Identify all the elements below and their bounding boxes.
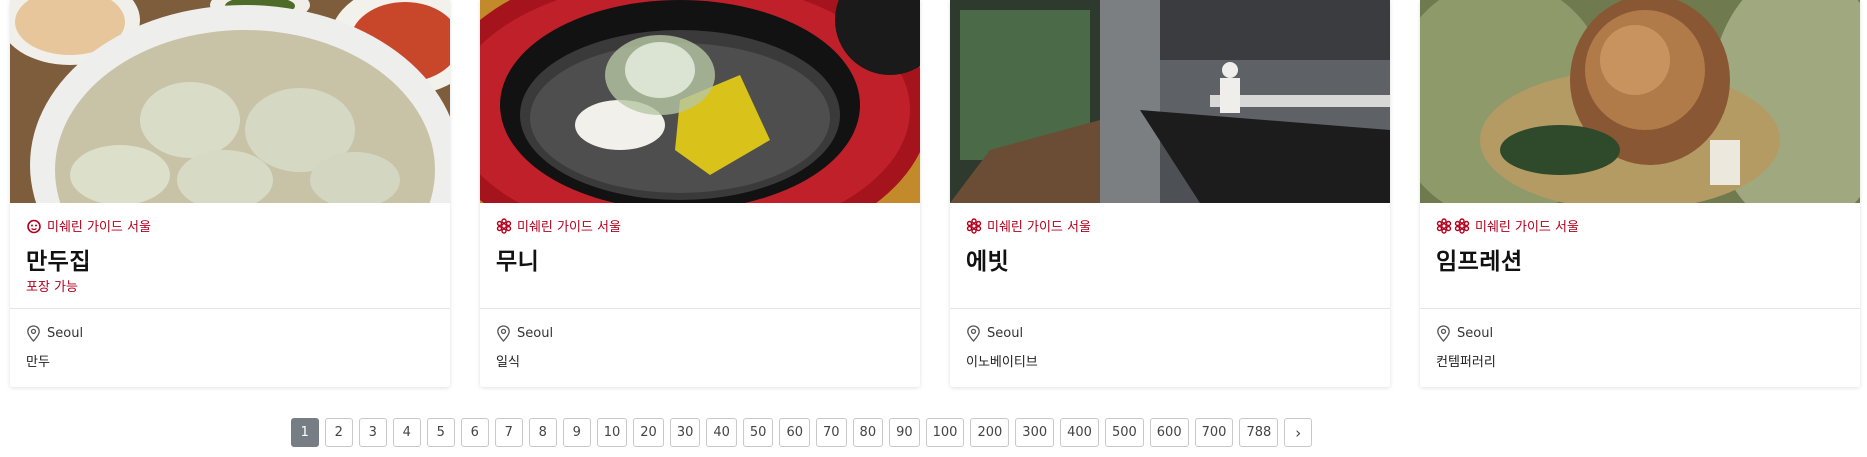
page-button-90[interactable]: 90 <box>889 418 920 447</box>
restaurant-photo[interactable] <box>10 0 450 203</box>
restaurant-name[interactable]: 만두집 <box>26 242 91 276</box>
cuisine-type: 만두 <box>26 355 50 370</box>
card-divider <box>1420 308 1860 309</box>
card-divider <box>10 308 450 309</box>
page-button-9[interactable]: 9 <box>562 418 591 447</box>
page-button-60[interactable]: 60 <box>779 418 810 447</box>
roast-chicken-image <box>1420 0 1860 203</box>
restaurant-photo[interactable] <box>1420 0 1860 203</box>
restaurant-card[interactable]: 미쉐린 가이드 서울 만두집 포장 가능 Seoul 만두 <box>10 0 450 387</box>
map-pin-icon <box>27 325 40 342</box>
guide-label-text: 미쉐린 가이드 서울 <box>1475 220 1579 235</box>
restaurant-name[interactable]: 임프레션 <box>1436 242 1523 276</box>
page-button-2[interactable]: 2 <box>324 418 353 447</box>
restaurant-card[interactable]: 미쉐린 가이드 서울 임프레션 Seoul 컨템퍼러리 <box>1420 0 1860 387</box>
page-button-100[interactable]: 100 <box>925 418 965 447</box>
restaurant-name[interactable]: 무니 <box>496 242 539 276</box>
location: Seoul <box>966 325 1023 342</box>
michelin-guide-label: 미쉐린 가이드 서울 <box>966 216 1091 235</box>
page-button-200[interactable]: 200 <box>970 418 1010 447</box>
card-divider <box>950 308 1390 309</box>
page-button-70[interactable]: 70 <box>816 418 847 447</box>
page-button-788[interactable]: 788 <box>1239 418 1279 447</box>
page-button-5[interactable]: 5 <box>426 418 455 447</box>
page-button-10[interactable]: 10 <box>596 418 628 447</box>
japanese-dish-image <box>480 0 920 203</box>
location-text: Seoul <box>1457 326 1494 341</box>
pagination: 1 2 3 4 5 6 7 8 9 10 20 30 40 50 60 70 80 90 100 200 300 400 5… <box>0 418 1735 447</box>
page-button-20[interactable]: 20 <box>633 418 664 447</box>
page-button-700[interactable]: 700 <box>1194 418 1234 447</box>
restaurant-photo[interactable] <box>950 0 1390 203</box>
restaurant-listing-page: 미쉐린 가이드 서울 만두집 포장 가능 Seoul 만두 미쉐린 가이드 서울… <box>0 0 1867 457</box>
cuisine-type: 이노베이티브 <box>966 355 1038 370</box>
michelin-guide-label: 미쉐린 가이드 서울 <box>1436 216 1579 235</box>
page-button-500[interactable]: 500 <box>1104 418 1144 447</box>
cuisine-type: 일식 <box>496 355 520 370</box>
guide-label-text: 미쉐린 가이드 서울 <box>517 220 621 235</box>
bib-gourmand-icon <box>27 219 41 233</box>
restaurant-card[interactable]: 미쉐린 가이드 서울 무니 Seoul 일식 <box>480 0 920 387</box>
page-button-600[interactable]: 600 <box>1149 418 1189 447</box>
card-divider <box>480 308 920 309</box>
page-button-400[interactable]: 400 <box>1060 418 1099 447</box>
michelin-star-icon <box>496 217 512 234</box>
michelin-guide-label: 미쉐린 가이드 서울 <box>496 216 621 235</box>
guide-label-text: 미쉐린 가이드 서울 <box>987 220 1091 235</box>
location-text: Seoul <box>987 326 1024 341</box>
page-button-3[interactable]: 3 <box>358 418 387 447</box>
page-button-4[interactable]: 4 <box>392 418 421 447</box>
page-button-8[interactable]: 8 <box>528 418 557 447</box>
page-button-1[interactable]: 1 <box>290 418 319 447</box>
restaurant-name[interactable]: 에빗 <box>966 242 1009 276</box>
michelin-guide-label: 미쉐린 가이드 서울 <box>26 216 151 235</box>
page-button-7[interactable]: 7 <box>494 418 523 447</box>
takeout-badge: 포장 가능 <box>26 280 78 295</box>
page-button-6[interactable]: 6 <box>460 418 489 447</box>
page-button-40[interactable]: 40 <box>706 418 737 447</box>
location-text: Seoul <box>517 326 554 341</box>
page-button-300[interactable]: 300 <box>1015 418 1055 447</box>
location: Seoul <box>1436 325 1493 342</box>
map-pin-icon <box>497 325 510 342</box>
page-button-50[interactable]: 50 <box>742 418 774 447</box>
map-pin-icon <box>967 325 980 342</box>
page-button-80[interactable]: 80 <box>852 418 884 447</box>
location-text: Seoul <box>47 326 84 341</box>
next-page-button[interactable]: › <box>1284 418 1313 447</box>
guide-label-text: 미쉐린 가이드 서울 <box>47 220 151 235</box>
map-pin-icon <box>1437 325 1450 342</box>
restaurant-photo[interactable] <box>480 0 920 203</box>
restaurant-card-list: 미쉐린 가이드 서울 만두집 포장 가능 Seoul 만두 미쉐린 가이드 서울… <box>10 0 1860 387</box>
page-button-30[interactable]: 30 <box>669 418 701 447</box>
two-michelin-stars-icon <box>1436 217 1470 234</box>
restaurant-card[interactable]: 미쉐린 가이드 서울 에빗 Seoul 이노베이티브 <box>950 0 1390 387</box>
dumpling-soup-image <box>10 0 450 203</box>
location: Seoul <box>496 325 553 342</box>
michelin-star-icon <box>966 217 982 234</box>
cuisine-type: 컨템퍼러리 <box>1436 355 1496 370</box>
restaurant-interior-image <box>950 0 1390 203</box>
location: Seoul <box>26 325 83 342</box>
